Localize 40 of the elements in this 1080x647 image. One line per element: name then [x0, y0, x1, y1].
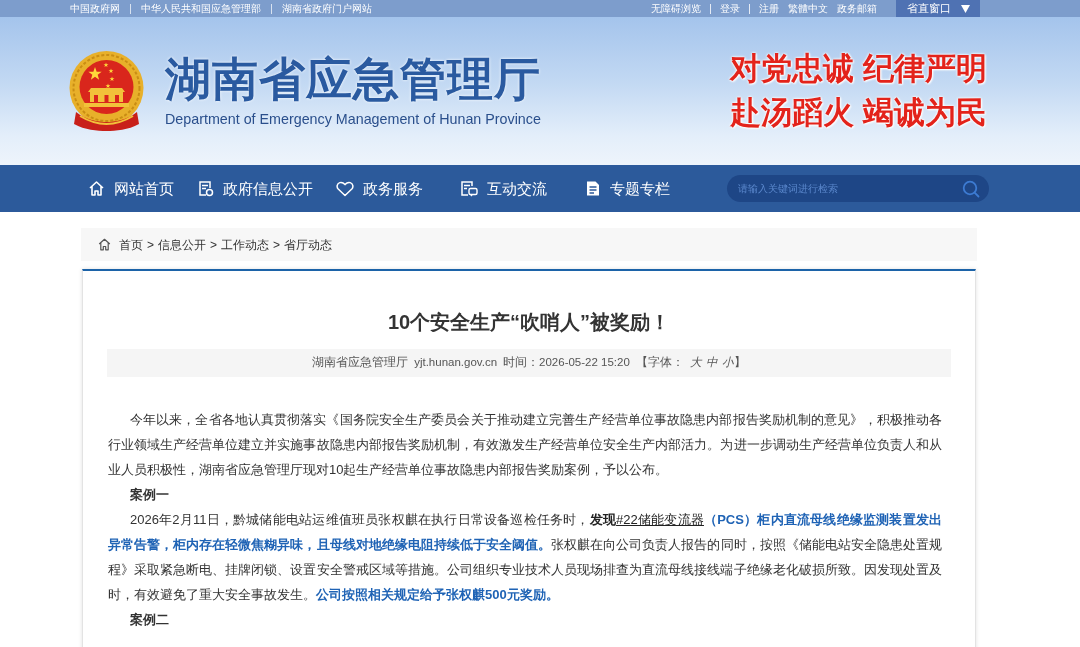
breadcrumb-separator: > — [147, 238, 154, 251]
site-domain: yjt.hunan.gov.cn — [414, 357, 498, 369]
closing-bracket: 】 — [733, 357, 746, 369]
breadcrumb-link[interactable]: 工作动态 — [221, 238, 270, 251]
nav-link[interactable]: 网站首页 — [69, 165, 193, 212]
topic-link[interactable]: #22储能变流器 — [616, 512, 704, 527]
nav-link[interactable]: 政府信息公开 — [193, 165, 317, 212]
breadcrumb-link[interactable]: 首页 — [119, 238, 143, 251]
font-size-option[interactable]: 中 — [705, 357, 718, 369]
case-heading: 案例二 — [129, 611, 170, 629]
site-title: 湖南省应急管理厅 — [165, 55, 541, 102]
article-title: 10个安全生产“吹哨人”被奖励！ — [386, 310, 672, 335]
breadcrumb-separator: > — [210, 238, 218, 251]
window-menu-button[interactable]: 省直窗口 — [896, 0, 980, 17]
search-field[interactable]: 请输入关键词进行检索 — [727, 175, 989, 202]
document-chat-icon — [459, 180, 478, 197]
slogan-text: 对党忠诚 纪律严明 — [730, 51, 987, 87]
home-icon[interactable] — [98, 238, 111, 251]
breadcrumb-link[interactable]: 省厅动态 — [284, 238, 333, 251]
breadcrumb-link[interactable]: 信息公开 — [158, 238, 206, 251]
document-icon — [584, 180, 601, 197]
font-size-label: 【字体： — [635, 357, 684, 369]
font-size-option[interactable]: 大 — [689, 357, 702, 369]
site-subtitle: Department of Emergency Management of Hunan Province — [165, 111, 541, 127]
article-source: 湖南省应急管理厅 — [312, 357, 409, 369]
publish-time: 时间：2026-05-22 15:20 — [503, 357, 630, 369]
slogan-text: 赴汤蹈火 竭诚为民 — [730, 95, 987, 131]
document-badge-icon — [197, 180, 214, 197]
home-icon — [88, 180, 105, 197]
heart-icon — [335, 180, 354, 197]
caret-icon — [960, 4, 970, 13]
emblem-icon — [68, 50, 145, 132]
article-paragraph: 今年以来，全省各地认真贯彻落实《国务院安全生产委员会关于推动建立完善生产经营单位事故隐患内部报告奖励机制的意见》，积极推动各行业领域生产经营单位建立并实施事故隐患内部报告奖励机制，有效激发生产经营单位安全生产内部活力。为进一步调动生产经营单位负责人和从业人员积极性，湖南省应急管理厅现对10起生产经营单位事故隐患内部报告奖励案例，予以公布。 — [108, 411, 942, 479]
font-size-option[interactable]: 小 — [721, 357, 734, 369]
nav-link[interactable]: 政务服务 — [317, 165, 441, 212]
nav-link[interactable]: 互动交流 — [441, 165, 565, 212]
article-paragraph: 2026年2月11日，黔城储能电站运维值班员张权麒在执行日常设备巡检任务时，发现#22储能变流器（PCS）柜内直流母线绝缘监测装置发出异常告警，柜内存在轻微焦糊异味，且母线对地绝缘电阻持续低于安全阈值。张权麒在向公司负责人报告的同时，按照《储能电站安全隐患处置规程》采取紧急断电、挂牌闭锁、设置安全警戒区域等措施。公司组织专业技术人员现场排查为直流母线接线端子绝缘老化破损所致。因发现处置及时，有效避免了重大安全事故发生。公司按照相关规定给予张权麒500元奖励。 — [108, 511, 942, 604]
case-heading: 案例一 — [129, 486, 170, 504]
breadcrumb-separator: > — [273, 238, 281, 251]
nav-link[interactable]: 专题专栏 — [565, 165, 689, 212]
